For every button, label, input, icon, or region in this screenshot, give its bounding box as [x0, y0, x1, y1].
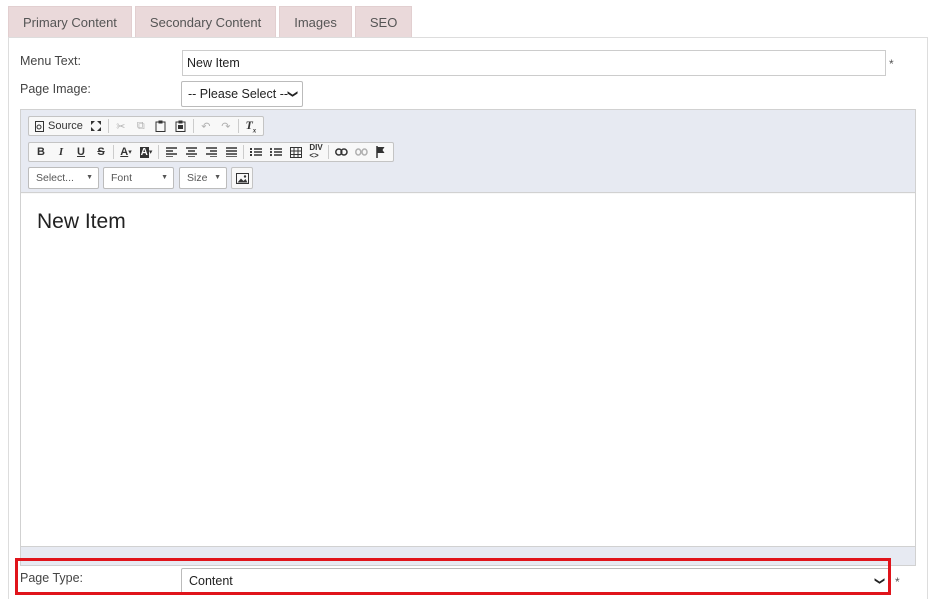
image-button[interactable]	[231, 167, 253, 189]
content-heading: New Item	[37, 210, 126, 233]
toolbar-separator	[113, 145, 114, 159]
page-image-label: Page Image:	[20, 82, 91, 96]
toolbar-separator	[192, 119, 194, 133]
align-right-icon[interactable]	[201, 143, 221, 161]
format-select[interactable]: Select... ▼	[28, 167, 99, 189]
dropdown-arrow-icon: ▼	[161, 174, 168, 181]
tab-seo[interactable]: SEO	[354, 6, 413, 38]
size-select-value: Size	[187, 172, 208, 184]
italic-icon[interactable]: I	[51, 143, 71, 161]
undo-icon[interactable]: ↶	[196, 117, 216, 135]
show-blocks-icon[interactable]: DIV <>	[306, 143, 326, 161]
anchor-flag-icon[interactable]	[371, 143, 391, 161]
toolbar-separator	[107, 119, 109, 133]
remove-format-icon[interactable]: Tx	[241, 117, 261, 135]
numbered-list-icon[interactable]	[246, 143, 266, 161]
align-center-icon[interactable]	[181, 143, 201, 161]
underline-icon[interactable]: U	[71, 143, 91, 161]
menu-text-required-mark: *	[889, 57, 894, 71]
tab-secondary-content[interactable]: Secondary Content	[134, 6, 277, 38]
paste-icon[interactable]	[151, 117, 171, 135]
format-select-value: Select...	[36, 172, 74, 184]
tab-panel: Menu Text: * Page Image: -- Please Selec…	[8, 37, 928, 599]
cut-icon[interactable]: ✂	[111, 117, 131, 135]
highlight-box	[15, 558, 891, 595]
paste-from-word-icon[interactable]	[171, 117, 191, 135]
font-select-value: Font	[111, 172, 133, 184]
menu-text-input[interactable]	[182, 50, 886, 76]
source-icon	[35, 120, 44, 132]
align-justify-icon[interactable]	[221, 143, 241, 161]
table-icon[interactable]	[286, 143, 306, 161]
link-icon[interactable]	[331, 143, 351, 161]
unlink-icon[interactable]	[351, 143, 371, 161]
copy-icon[interactable]: ⧉	[131, 117, 151, 135]
dropdown-arrow-icon: ▼	[86, 174, 93, 181]
image-icon	[232, 169, 252, 187]
toolbar-separator	[158, 145, 159, 159]
editor-toolbar: Source ✂ ⧉ ↶ ↷ Tx B I U S A ▾ A ▾ DIV <>…	[21, 110, 915, 193]
tab-images[interactable]: Images	[279, 6, 352, 38]
source-button-label: Source	[48, 120, 83, 132]
source-button[interactable]: Source	[31, 117, 86, 135]
maximize-icon[interactable]	[86, 117, 106, 135]
page-type-required-mark: *	[895, 575, 900, 589]
page-image-select-value: -- Please Select --	[188, 87, 289, 101]
tab-bar: Primary Content Secondary Content Images…	[8, 6, 413, 38]
background-color-icon[interactable]: A ▾	[136, 143, 156, 161]
chevron-down-icon: ❯	[286, 89, 298, 99]
text-color-icon[interactable]: A ▾	[116, 143, 136, 161]
tab-primary-content[interactable]: Primary Content	[8, 6, 132, 38]
redo-icon[interactable]: ↷	[216, 117, 236, 135]
dropdown-arrow-icon: ▼	[214, 174, 221, 181]
bold-icon[interactable]: B	[31, 143, 51, 161]
editor-content-area[interactable]: New Item	[21, 194, 915, 546]
menu-text-label: Menu Text:	[20, 54, 81, 68]
size-select[interactable]: Size ▼	[179, 167, 227, 189]
rich-text-editor: Source ✂ ⧉ ↶ ↷ Tx B I U S A ▾ A ▾ DIV <>…	[20, 109, 916, 566]
toolbar-separator	[237, 119, 239, 133]
font-select[interactable]: Font ▼	[103, 167, 174, 189]
strikethrough-icon[interactable]: S	[91, 143, 111, 161]
page-image-select[interactable]: -- Please Select -- ❯	[181, 81, 303, 107]
toolbar-separator	[243, 145, 244, 159]
toolbar-separator	[328, 145, 329, 159]
bulleted-list-icon[interactable]	[266, 143, 286, 161]
align-left-icon[interactable]	[161, 143, 181, 161]
toolbar-group-formatting: B I U S A ▾ A ▾ DIV <>	[28, 142, 394, 162]
toolbar-group-document: Source ✂ ⧉ ↶ ↷ Tx	[28, 116, 264, 136]
